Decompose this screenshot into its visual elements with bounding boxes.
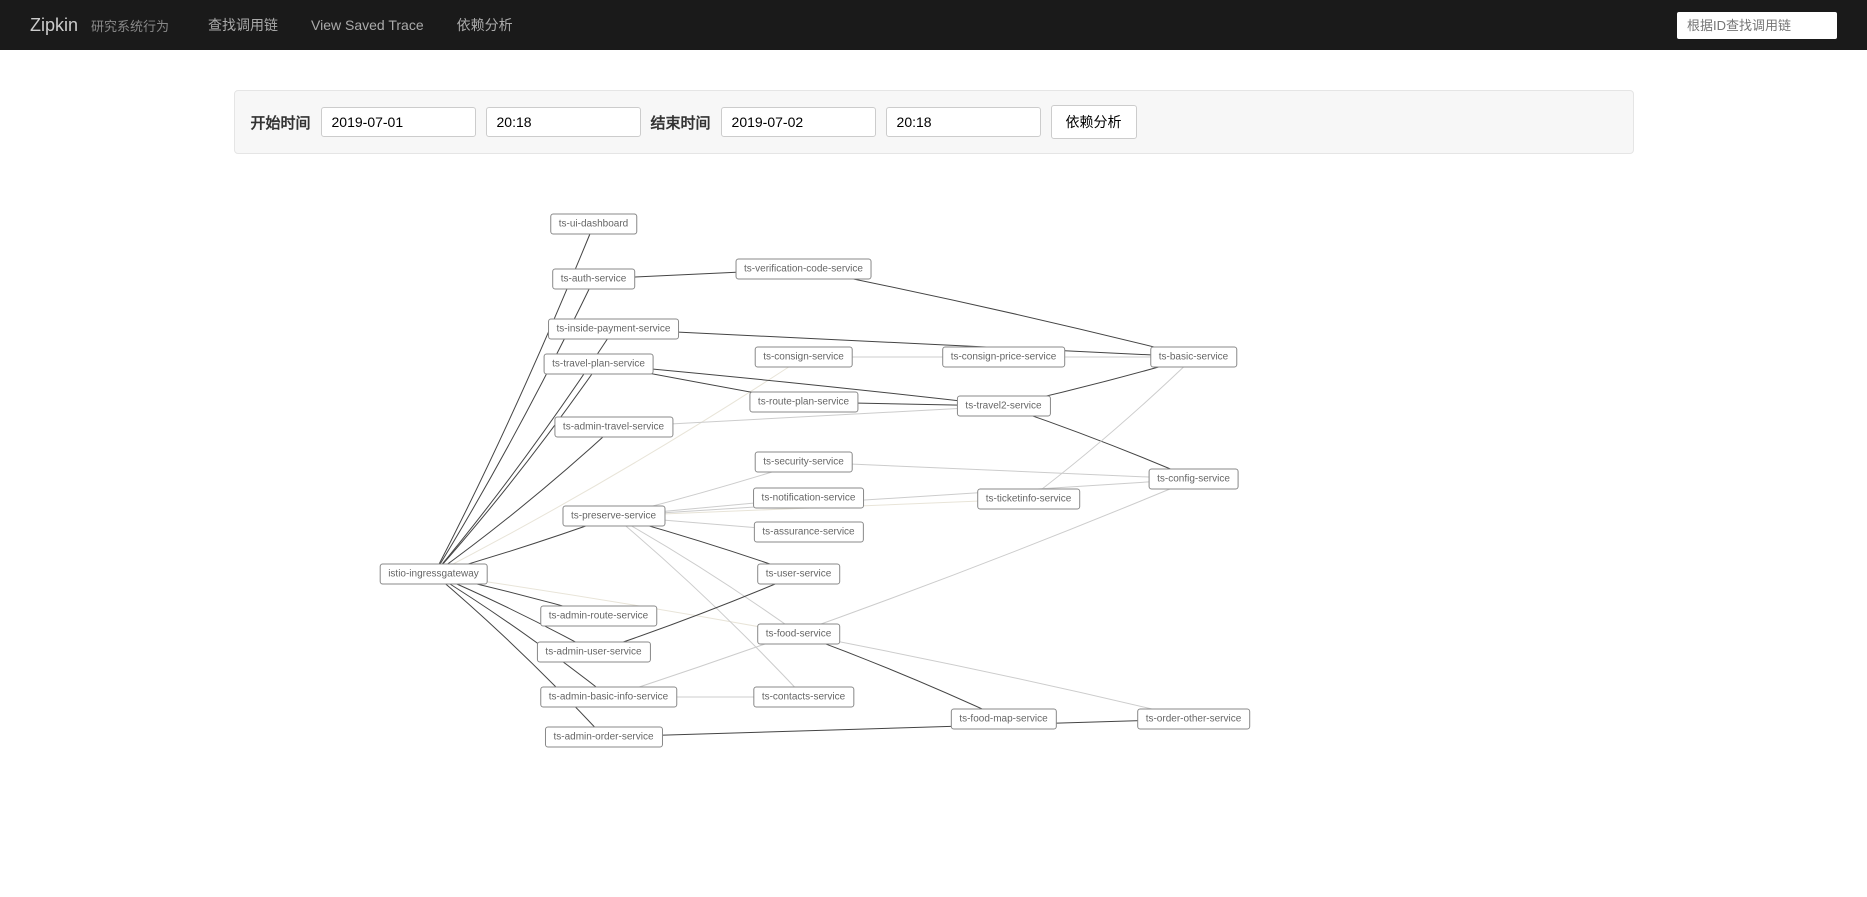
service-node-ts-admin-basic-info-service[interactable]: ts-admin-basic-info-service [540,687,677,708]
edge-ts-food-service-to-ts-order-other-service [799,634,1194,719]
service-node-ts-food-map-service[interactable]: ts-food-map-service [950,709,1056,730]
nav-left: Zipkin 研究系统行为 查找调用链 View Saved Trace 依赖分… [30,15,527,36]
service-node-ts-food-service[interactable]: ts-food-service [757,624,841,645]
edge-istio-ingressgateway-to-ts-travel-plan-service [434,364,599,574]
service-node-ts-assurance-service[interactable]: ts-assurance-service [753,522,863,543]
edge-istio-ingressgateway-to-ts-admin-travel-service [434,427,614,574]
service-node-ts-ticketinfo-service[interactable]: ts-ticketinfo-service [977,489,1081,510]
service-node-ts-contacts-service[interactable]: ts-contacts-service [753,687,854,708]
end-time-input[interactable] [886,107,1041,137]
edge-ts-preserve-service-to-ts-config-service [614,479,1194,516]
service-node-ts-config-service[interactable]: ts-config-service [1148,469,1239,490]
end-time-label: 结束时间 [651,112,711,133]
service-node-ts-admin-user-service[interactable]: ts-admin-user-service [536,642,650,663]
service-node-ts-ui-dashboard[interactable]: ts-ui-dashboard [550,214,637,235]
service-node-ts-notification-service[interactable]: ts-notification-service [753,488,865,509]
service-node-ts-preserve-service[interactable]: ts-preserve-service [562,506,665,527]
service-node-ts-admin-order-service[interactable]: ts-admin-order-service [544,727,662,748]
edge-istio-ingressgateway-to-ts-admin-basic-info-service [434,574,609,697]
start-time-input[interactable] [486,107,641,137]
edge-ts-admin-basic-info-service-to-ts-config-service [609,479,1194,697]
service-node-ts-travel2-service[interactable]: ts-travel2-service [956,396,1050,417]
service-node-ts-consign-service[interactable]: ts-consign-service [754,347,853,368]
service-node-ts-route-plan-service[interactable]: ts-route-plan-service [749,392,858,413]
analyze-button[interactable]: 依赖分析 [1051,105,1137,139]
service-node-ts-admin-route-service[interactable]: ts-admin-route-service [540,606,657,627]
service-node-istio-ingressgateway[interactable]: istio-ingressgateway [379,564,488,585]
edge-ts-security-service-to-ts-config-service [804,462,1194,479]
start-date-input[interactable] [321,107,476,137]
navbar: Zipkin 研究系统行为 查找调用链 View Saved Trace 依赖分… [0,0,1867,50]
main-container: 开始时间 结束时间 依赖分析 istio-ingressgateway ts-ui… [214,90,1654,764]
graph-edges [234,184,1634,764]
nav-view-saved-trace[interactable]: View Saved Trace [297,17,438,33]
end-date-input[interactable] [721,107,876,137]
service-node-ts-user-service[interactable]: ts-user-service [757,564,841,585]
edge-istio-ingressgateway-to-ts-consign-service [434,357,804,574]
time-toolbar: 开始时间 结束时间 依赖分析 [234,90,1634,154]
search-trace-input[interactable] [1677,12,1837,39]
nav-dependency[interactable]: 依赖分析 [443,15,527,35]
service-node-ts-consign-price-service[interactable]: ts-consign-price-service [942,347,1066,368]
service-node-ts-verification-code-service[interactable]: ts-verification-code-service [735,259,872,280]
edge-ts-admin-order-service-to-ts-order-other-service [604,719,1194,737]
service-node-ts-admin-travel-service[interactable]: ts-admin-travel-service [554,417,673,438]
service-node-ts-inside-payment-service[interactable]: ts-inside-payment-service [548,319,680,340]
service-node-ts-security-service[interactable]: ts-security-service [754,452,853,473]
edge-ts-verification-code-service-to-ts-basic-service [804,269,1194,357]
start-time-label: 开始时间 [251,112,311,133]
service-node-ts-travel-plan-service[interactable]: ts-travel-plan-service [543,354,654,375]
service-node-ts-order-other-service[interactable]: ts-order-other-service [1137,709,1251,730]
nav-find-trace[interactable]: 查找调用链 [194,15,292,35]
brand[interactable]: Zipkin [30,15,78,36]
brand-subtitle: 研究系统行为 [91,16,169,35]
service-node-ts-auth-service[interactable]: ts-auth-service [552,269,636,290]
edge-ts-inside-payment-service-to-ts-basic-service [614,329,1194,357]
dependency-graph[interactable]: istio-ingressgateway ts-ui-dashboard ts-au… [234,184,1634,764]
service-node-ts-basic-service[interactable]: ts-basic-service [1150,347,1237,368]
